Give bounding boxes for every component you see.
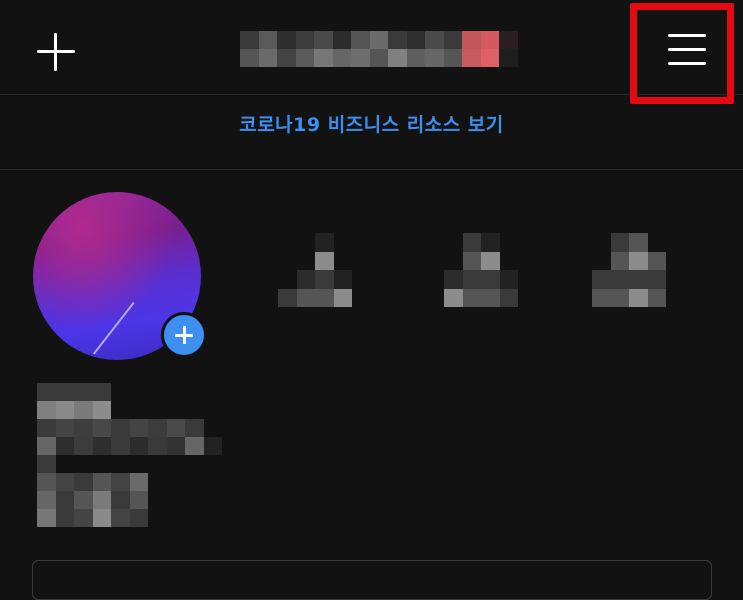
add-story-plus-icon[interactable] — [161, 312, 207, 358]
stat-following-count[interactable] — [592, 233, 666, 307]
stat-followers-count[interactable] — [444, 233, 518, 307]
covid-resources-link[interactable]: 코로나19 비즈니스 리소스 보기 — [0, 110, 743, 137]
username-pixelated[interactable] — [240, 31, 518, 67]
stat-posts-count[interactable] — [278, 233, 352, 307]
edit-profile-button[interactable] — [32, 560, 712, 600]
top-bar — [0, 0, 743, 104]
hamburger-menu-icon[interactable] — [664, 30, 710, 70]
divider — [0, 169, 743, 170]
create-plus-icon[interactable] — [30, 27, 80, 77]
profile-bio-pixelated — [37, 383, 222, 527]
